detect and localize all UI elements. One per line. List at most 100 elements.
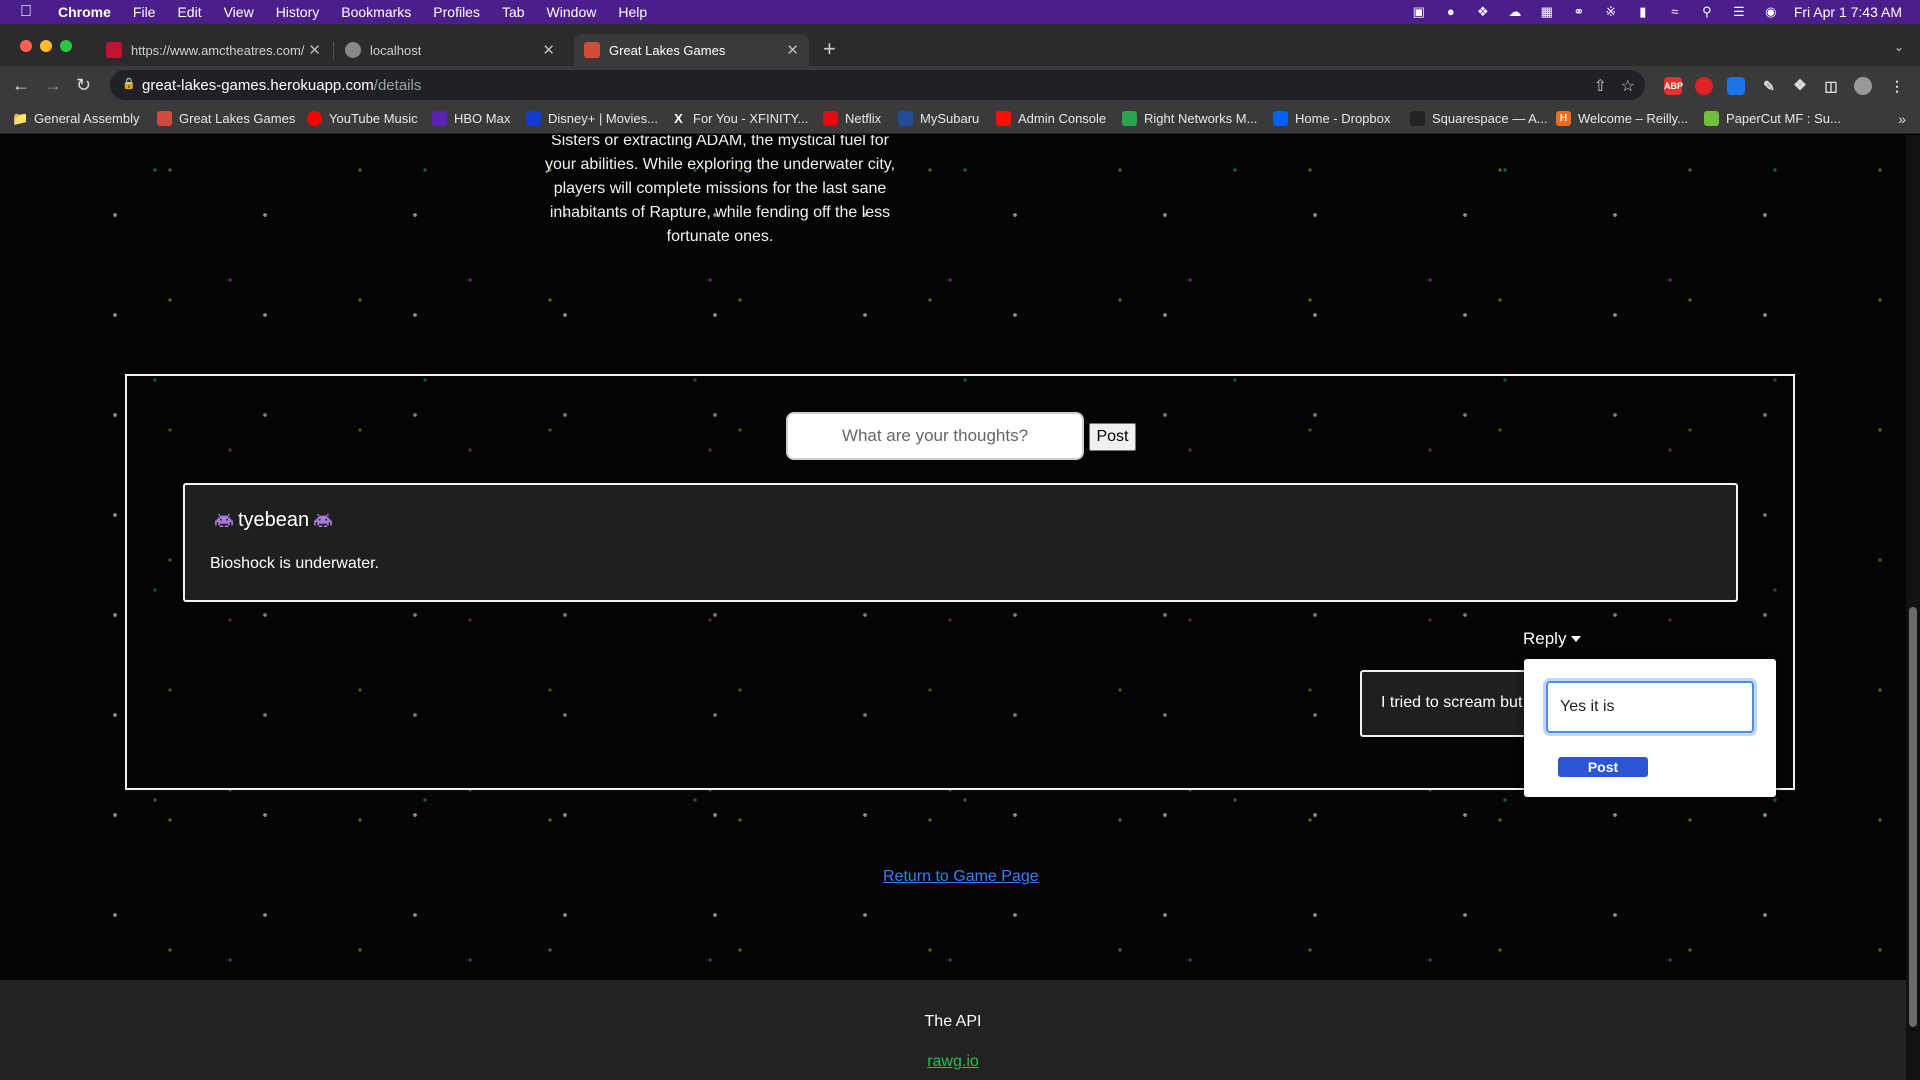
address-url[interactable]: great-lakes-games.herokuapp.com/details <box>142 77 421 94</box>
wifi-icon[interactable]: ≈ <box>1666 5 1684 19</box>
extension-blue-icon[interactable] <box>1727 77 1745 95</box>
reply-post-button[interactable]: Post <box>1558 757 1648 777</box>
extensions-puzzle-icon[interactable]: ❖ <box>1791 77 1809 95</box>
netflix-icon <box>823 111 838 126</box>
fullscreen-window-button[interactable] <box>60 40 72 52</box>
rawg-link[interactable]: rawg.io <box>0 1053 1906 1071</box>
papercut-icon <box>1704 111 1719 126</box>
close-tab-icon[interactable]: ✕ <box>542 41 555 59</box>
return-to-game-page-link[interactable]: Return to Game Page <box>883 868 1039 886</box>
tab-amc[interactable]: https://www.amctheatres.com/ ✕ <box>96 34 331 66</box>
camera-icon[interactable]: ● <box>1442 5 1460 19</box>
profile-avatar[interactable] <box>1854 77 1872 95</box>
zoom-icon[interactable]: ▣ <box>1410 5 1428 19</box>
reply-text: I tried to scream but <box>1381 694 1523 711</box>
description-line: players will complete missions for the l… <box>553 180 887 197</box>
cloud-icon[interactable]: ☁ <box>1506 5 1524 19</box>
back-icon[interactable]: ← <box>12 75 30 95</box>
bookmark-star-icon[interactable]: ☆ <box>1621 76 1635 96</box>
extension-red-icon[interactable] <box>1695 77 1713 95</box>
headphones-icon[interactable]: ⚭ <box>1570 5 1588 19</box>
hbo-max-icon <box>432 111 447 126</box>
bookmark-netflix[interactable]: Netflix <box>823 111 881 126</box>
reply-dropdown-toggle[interactable]: Reply <box>1523 629 1582 649</box>
more-bookmarks-icon[interactable]: » <box>1898 111 1906 127</box>
bookmark-mysubaru[interactable]: MySubaru <box>898 111 979 126</box>
bookmark-great-lakes-games[interactable]: Great Lakes Games <box>157 111 295 126</box>
new-tab-icon[interactable]: + <box>823 38 836 60</box>
keyboard-icon[interactable]: ▦ <box>1538 5 1556 19</box>
bookmark-disney-plus[interactable]: Disney+ | Movies... <box>526 111 658 126</box>
browser-toolbar: ← → ↻ 🔒 great-lakes-games.herokuapp.com/… <box>0 66 1920 104</box>
menu-history[interactable]: History <box>276 4 320 20</box>
minimize-window-button[interactable] <box>40 40 52 52</box>
tab-great-lakes-games[interactable]: Great Lakes Games ✕ <box>574 34 809 66</box>
control-center-icon[interactable]: ☰ <box>1730 5 1748 19</box>
bookmark-youtube-music[interactable]: YouTube Music <box>307 111 418 126</box>
bookmark-label: For You - XFINITY... <box>693 111 809 126</box>
bookmark-dropbox[interactable]: Home - Dropbox <box>1273 111 1390 126</box>
spotlight-search-icon[interactable]: ⚲ <box>1698 5 1716 19</box>
menu-file[interactable]: File <box>133 4 156 20</box>
lock-icon[interactable]: 🔒 <box>122 78 136 90</box>
footer-title: The API <box>924 1013 982 1030</box>
siri-icon[interactable]: ◉ <box>1762 5 1780 19</box>
side-panel-icon[interactable]: ◫ <box>1822 77 1840 95</box>
bookmark-label: Squarespace — A... <box>1432 111 1548 126</box>
comment-input[interactable]: What are your thoughts? <box>786 412 1084 460</box>
menu-tab[interactable]: Tab <box>502 4 525 20</box>
bookmark-label: Great Lakes Games <box>179 111 296 126</box>
page-scrollbar[interactable] <box>1906 135 1920 1080</box>
url-host: great-lakes-games.herokuapp.com <box>142 77 374 94</box>
footer: The API rawg.io <box>0 980 1906 1080</box>
chrome-menu-icon[interactable]: ⋮ <box>1888 77 1906 95</box>
menubar-clock[interactable]: Fri Apr 1 7:43 AM <box>1794 4 1902 20</box>
tab-search-chevron-icon[interactable]: ⌄ <box>1894 40 1904 54</box>
menu-window[interactable]: Window <box>547 4 597 20</box>
comment-card: tyebean Bioshock is underwater. <box>183 483 1738 602</box>
reload-icon[interactable]: ↻ <box>76 75 91 95</box>
bookmark-label: Welcome – Reilly... <box>1578 111 1689 126</box>
bookmark-admin-console[interactable]: Admin Console <box>996 111 1106 126</box>
menu-edit[interactable]: Edit <box>177 4 201 20</box>
bookmark-label: YouTube Music <box>329 111 418 126</box>
adblock-plus-icon[interactable]: ABP <box>1664 77 1683 95</box>
scrollbar-thumb[interactable] <box>1909 607 1917 1027</box>
bookmark-papercut[interactable]: PaperCut MF : Su... <box>1704 111 1841 126</box>
menu-profiles[interactable]: Profiles <box>433 4 480 20</box>
bookmark-hbo-max[interactable]: HBO Max <box>432 111 510 126</box>
extension-pen-icon[interactable]: ✎ <box>1760 77 1778 95</box>
tab-localhost[interactable]: localhost ✕ <box>335 34 565 66</box>
url-path: /details <box>373 77 422 94</box>
forward-icon[interactable]: → <box>44 75 62 95</box>
comment-post-button[interactable]: Post <box>1089 423 1136 451</box>
close-tab-icon[interactable]: ✕ <box>308 41 321 59</box>
page-content: Sisters or extracting ADAM, the mystical… <box>0 135 1920 1080</box>
bookmark-xfinity[interactable]: X For You - XFINITY... <box>671 111 808 126</box>
menu-bookmarks[interactable]: Bookmarks <box>341 4 411 20</box>
reply-input[interactable]: Yes it is <box>1546 681 1754 733</box>
menu-help[interactable]: Help <box>618 4 647 20</box>
bookmark-welcome-reilly[interactable]: H Welcome – Reilly... <box>1556 111 1688 126</box>
comment-text: Bioshock is underwater. <box>210 555 379 572</box>
close-tab-icon[interactable]: ✕ <box>786 41 799 59</box>
bluetooth-icon[interactable]: ※ <box>1602 5 1620 19</box>
tab-title: https://www.amctheatres.com/ <box>131 42 305 58</box>
subaru-icon <box>898 111 913 126</box>
bookmark-label: Home - Dropbox <box>1295 111 1391 126</box>
bookmark-squarespace[interactable]: Squarespace — A... <box>1410 111 1548 126</box>
close-window-button[interactable] <box>20 40 32 52</box>
address-bar[interactable]: 🔒 great-lakes-games.herokuapp.com/detail… <box>110 70 1645 100</box>
menu-app-name[interactable]: Chrome <box>58 4 111 20</box>
tab-title: Great Lakes Games <box>609 42 726 58</box>
menu-view[interactable]: View <box>224 4 254 20</box>
description-line: inhabitants of Rapture, while fending of… <box>549 204 891 221</box>
bookmark-general-assembly[interactable]: 📁 General Assembly <box>12 111 140 126</box>
dropbox-status-icon[interactable]: ❖ <box>1474 5 1492 19</box>
status-area: ▣ ● ❖ ☁ ▦ ⚭ ※ ▮ ≈ ⚲ ☰ ◉ Fri Apr 1 7:43 A… <box>1410 0 1920 24</box>
bookmark-right-networks[interactable]: Right Networks M... <box>1122 111 1257 126</box>
apple-menu-icon[interactable]:  <box>20 4 36 20</box>
amc-favicon-icon <box>106 42 122 58</box>
share-icon[interactable]: ⇧ <box>1594 76 1607 96</box>
battery-icon[interactable]: ▮ <box>1634 5 1652 19</box>
